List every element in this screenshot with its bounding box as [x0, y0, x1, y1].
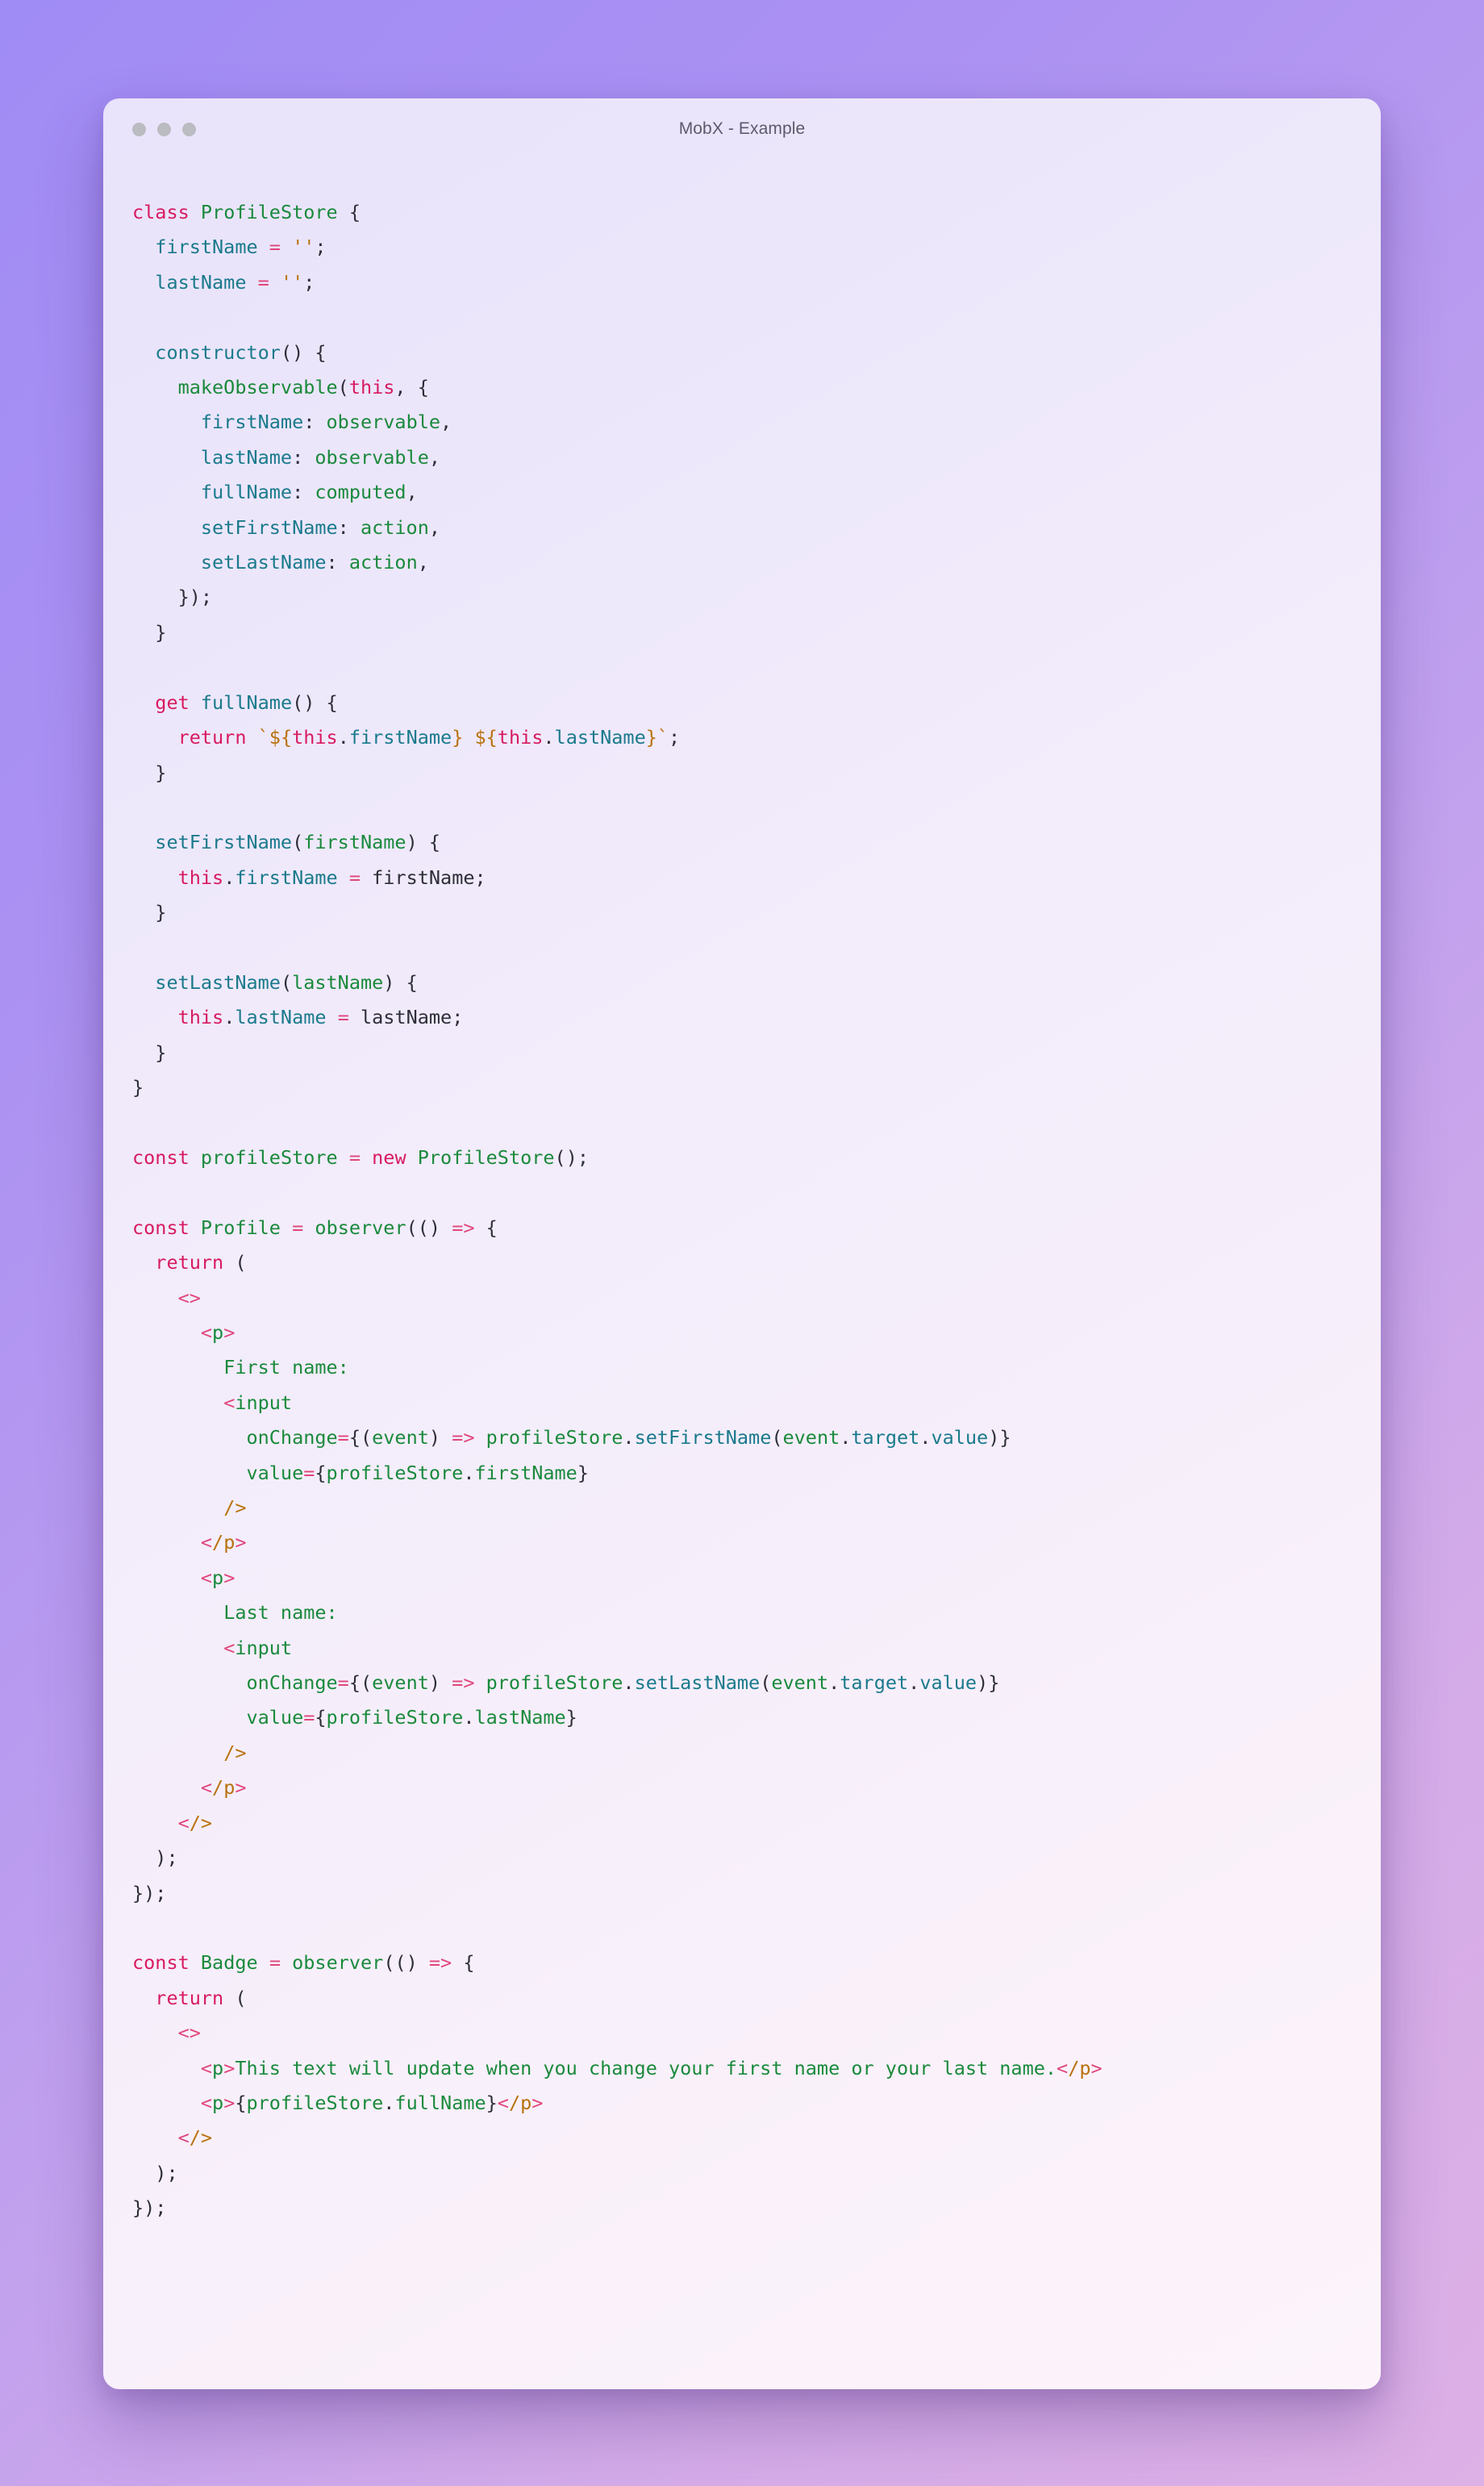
- code-line: Last name:: [223, 1601, 338, 1625]
- code-line: return (: [155, 1251, 247, 1274]
- code-line: </p>: [200, 1531, 247, 1554]
- code-line: setLastName: action,: [200, 551, 429, 574]
- code-line: firstName = '';: [155, 236, 327, 259]
- code-line: </>: [177, 2126, 213, 2150]
- code-line: this.firstName = firstName;: [177, 866, 486, 889]
- code-line: firstName: observable,: [200, 411, 452, 434]
- code-line: }: [132, 761, 167, 784]
- window-titlebar: MobX - Example: [103, 98, 1381, 153]
- code-line: const Badge = observer(() => {: [132, 1951, 475, 1975]
- code-line: <input: [223, 1391, 293, 1414]
- code-line: constructor() {: [155, 340, 327, 364]
- code-line: fullName: computed,: [200, 481, 418, 504]
- code-line: return `${this.firstName} ${this.lastNam…: [177, 726, 681, 749]
- code-line: makeObservable(this, {: [177, 376, 429, 399]
- code-line: });: [132, 2196, 167, 2220]
- code-line: return (: [155, 1986, 247, 2009]
- code-line: />: [223, 1741, 247, 1764]
- code-line: const Profile = observer(() => {: [132, 1216, 498, 1239]
- code-line: onChange={(event) => profileStore.setLas…: [246, 1671, 1000, 1695]
- code-line: }: [132, 1076, 144, 1099]
- code-line: this.lastName = lastName;: [177, 1006, 464, 1029]
- code-line: onChange={(event) => profileStore.setFir…: [246, 1426, 1011, 1449]
- code-block: class ProfileStore { firstName = ''; las…: [103, 153, 1381, 2259]
- code-line: );: [132, 1846, 178, 1870]
- code-line: <p>{profileStore.fullName}</p>: [200, 2091, 544, 2114]
- window-title: MobX - Example: [678, 119, 806, 138]
- code-line: value={profileStore.lastName}: [246, 1706, 577, 1729]
- code-line: value={profileStore.firstName}: [246, 1461, 589, 1484]
- code-line: <p>This text will update when you change…: [200, 2056, 1103, 2079]
- code-line: <p>: [200, 1566, 236, 1589]
- code-line: />: [223, 1496, 247, 1520]
- code-line: });: [132, 1881, 167, 1904]
- code-line: setFirstName(firstName) {: [155, 831, 441, 854]
- code-line: }: [132, 901, 167, 924]
- code-line: setLastName(lastName) {: [155, 970, 418, 994]
- code-line: get fullName() {: [155, 690, 338, 714]
- app-window: MobX - Example class ProfileStore { firs…: [103, 98, 1381, 2389]
- code-line: setFirstName: action,: [200, 515, 441, 539]
- code-line: }: [132, 620, 167, 644]
- code-line: });: [132, 586, 213, 609]
- code-line: }: [132, 1041, 167, 1064]
- code-line: <p>: [200, 1321, 236, 1344]
- code-line: const profileStore = new ProfileStore();: [132, 1145, 589, 1169]
- code-line: );: [132, 2161, 178, 2184]
- code-line: <input: [223, 1636, 293, 1659]
- code-line: class ProfileStore {: [132, 201, 361, 223]
- code-line: </p>: [200, 1776, 247, 1800]
- code-line: </>: [177, 1811, 213, 1834]
- code-line: First name:: [223, 1356, 349, 1379]
- code-line: <>: [177, 1286, 201, 1309]
- code-line: <>: [177, 2021, 201, 2045]
- code-line: lastName = '';: [155, 270, 315, 294]
- code-line: lastName: observable,: [200, 445, 441, 469]
